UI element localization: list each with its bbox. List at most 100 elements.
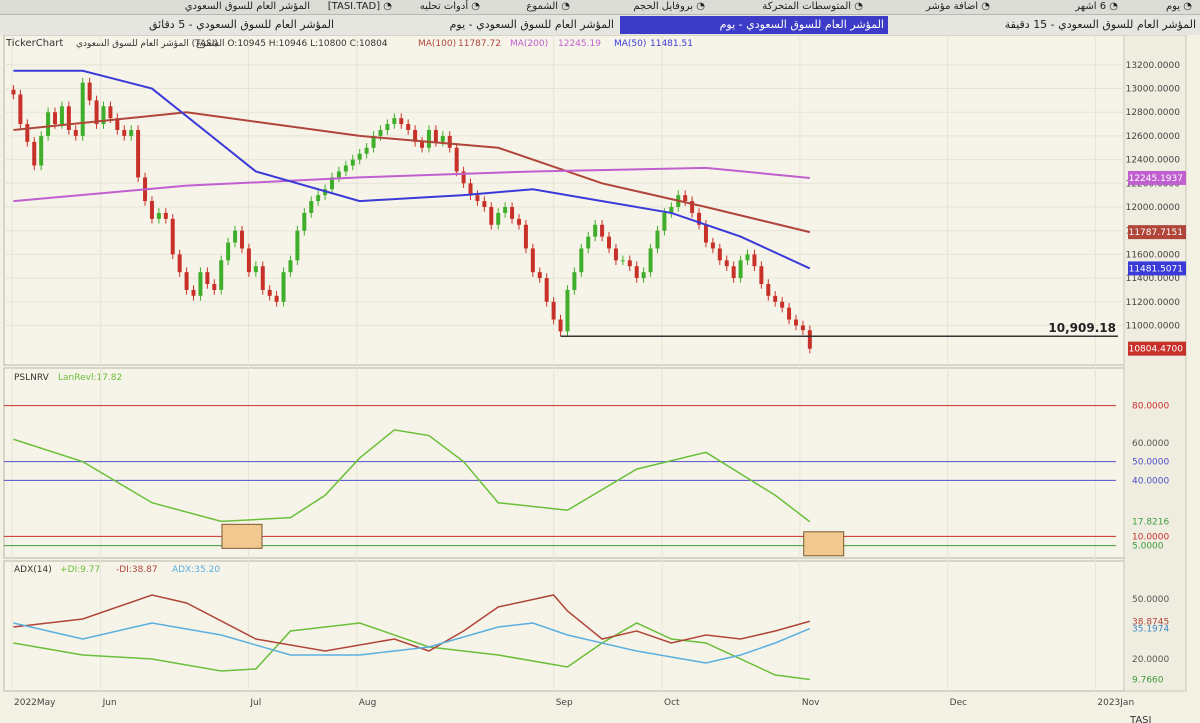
adx-tick-label: 50.0000 (1132, 595, 1169, 605)
toolbar-item-label: 6 اشهر (1075, 1, 1107, 12)
candle (18, 94, 23, 125)
time-tick-label: Sep (556, 698, 573, 708)
toolbar-item-0[interactable]: ◔ يوم (1132, 0, 1192, 14)
candle (246, 248, 251, 273)
candle (717, 248, 722, 261)
candle (565, 289, 570, 332)
toolbar-item-label: يوم (1165, 1, 1181, 12)
toolbar-item-label: المتوسطات المتحركة (762, 1, 852, 12)
time-tick-label: 2022May (14, 698, 56, 708)
candle (807, 330, 812, 349)
ma100-value: 11787.72 (458, 39, 501, 49)
candle (586, 236, 591, 249)
ma200-label: MA(200) (510, 39, 548, 49)
price-tick-label: 12600.0000 (1126, 132, 1181, 142)
candle (343, 165, 348, 172)
toolbar-item-7[interactable]: ◔ [TASI.TAD] (320, 0, 392, 14)
candle (745, 254, 750, 261)
candle (364, 147, 369, 154)
candle (475, 195, 480, 202)
candle (87, 82, 92, 101)
toolbar-item-3[interactable]: ◔ المتوسطات المتحركة (735, 0, 863, 14)
tab-0[interactable]: المؤشر العام للسوق السعودي - 15 دقيقة (890, 16, 1200, 34)
status-symbol: TASI (1129, 715, 1151, 723)
tab-2[interactable]: المؤشر العام للسوق السعودي - يوم (340, 16, 618, 34)
candle (440, 135, 445, 142)
candle (634, 266, 639, 279)
candle (426, 130, 431, 148)
rsi-tick-label: 17.8216 (1132, 518, 1169, 528)
price-label: 11787.7151 (1129, 228, 1183, 238)
candle (399, 118, 404, 125)
symbol-icon: ◔ (380, 1, 392, 12)
candle (136, 130, 141, 178)
candle (724, 260, 729, 267)
adx-tick-label: 35.1974 (1132, 625, 1169, 635)
candle (191, 289, 196, 296)
candle (184, 272, 189, 290)
toolbar-item-2[interactable]: ◔ اضافة مؤشر (898, 0, 990, 14)
candle (523, 224, 528, 249)
toolbar-item-8[interactable]: المؤشر العام للسوق السعودي (160, 0, 310, 14)
adx-tick-label: 9.7660 (1132, 675, 1164, 685)
candle (392, 118, 397, 125)
candle (620, 260, 625, 262)
candle (793, 319, 798, 326)
candle (156, 212, 161, 219)
chart-title: TickerChart (5, 38, 63, 49)
rsi-panel (3, 367, 1187, 559)
time-tick-label: 2023Jan (1097, 698, 1134, 708)
tab-3[interactable]: المؤشر العام للسوق السعودي - 5 دقائق (40, 16, 338, 34)
moving-average-icon: ◔ (851, 1, 863, 12)
candle (198, 272, 203, 296)
toolbar-item-label: أدوات تحليه (419, 1, 469, 12)
toolbar-item-1[interactable]: ◔ 6 اشهر (1050, 0, 1118, 14)
candle (530, 248, 535, 273)
ohlc-label: الشموع O:10945 H:10946 L:10800 C:10804 (196, 39, 388, 49)
candle (558, 319, 563, 332)
candle (683, 195, 688, 202)
tab-bar: المؤشر العام للسوق السعودي - 15 دقيقة الم… (0, 15, 1200, 36)
candle (11, 89, 16, 95)
candle (759, 266, 764, 284)
candle (773, 295, 778, 302)
time-tick-label: Jul (249, 698, 261, 708)
candle (163, 212, 168, 219)
candle (731, 266, 736, 279)
candle (274, 295, 279, 302)
toolbar: ◔ يوم ◔ 6 اشهر ◔ اضافة مؤشر ◔ المتوسطات الم… (0, 0, 1200, 15)
candle (544, 278, 549, 302)
ma50-value: 11481.51 (650, 39, 693, 49)
candle (357, 153, 362, 160)
ma50-label: MA(50) (614, 39, 646, 49)
candle (655, 230, 660, 249)
chart-area[interactable]: TickerChart المؤشر العام للسوق السعودي (… (0, 35, 1200, 723)
candle (302, 212, 307, 231)
toolbar-item-6[interactable]: ◔ أدوات تحليه (410, 0, 480, 14)
candle (447, 135, 452, 148)
candle (253, 266, 258, 273)
price-tick-label: 11000.0000 (1126, 321, 1181, 331)
toolbar-item-5[interactable]: ◔ الشموع (500, 0, 570, 14)
adx-panel (3, 560, 1187, 692)
candle (641, 272, 646, 279)
candle (662, 212, 667, 231)
candle (482, 201, 487, 207)
toolbar-item-4[interactable]: ◔ بروفايل الحجم (595, 0, 705, 14)
candle (239, 230, 244, 249)
rsi-tick-label: 80.0000 (1132, 402, 1169, 412)
candle (627, 260, 632, 267)
candle (496, 212, 501, 225)
ma100-label: MA(100) (418, 39, 456, 49)
candle (800, 325, 805, 331)
candle (780, 301, 785, 308)
rsi-tick-label: 60.0000 (1132, 439, 1169, 449)
tab-1[interactable]: المؤشر العام للسوق السعودي - يوم (620, 16, 888, 34)
price-label: 11481.5071 (1129, 264, 1183, 274)
highlight-box (803, 531, 845, 557)
candle (281, 272, 286, 302)
candle (572, 272, 577, 290)
adx-title: ADX(14) (14, 565, 52, 575)
candle (503, 207, 508, 213)
support-line-label: 10,909.18 (1048, 321, 1116, 335)
